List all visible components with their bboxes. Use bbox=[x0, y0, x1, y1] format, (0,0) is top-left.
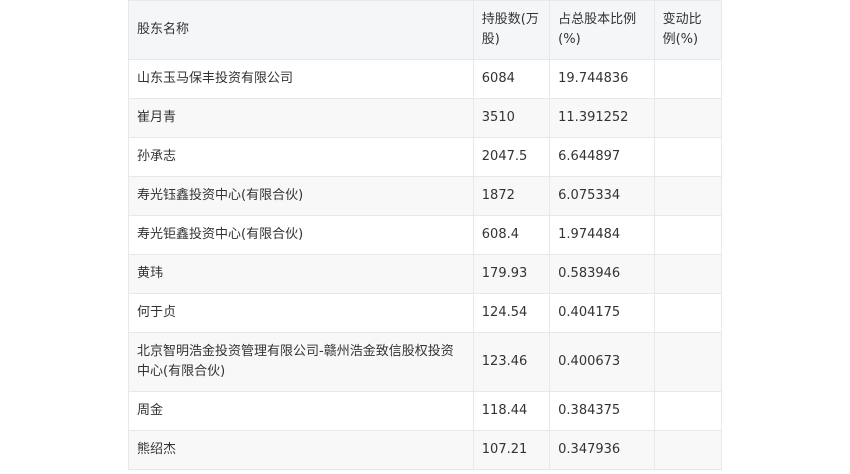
table-row: 寿光钜鑫投资中心(有限合伙) 608.4 1.974484 bbox=[128, 215, 723, 255]
ratio-cell: 6.075334 bbox=[549, 176, 655, 216]
table-header-row: 股东名称 持股数(万股) 占总股本比例(%) 变动比例(%) bbox=[128, 0, 723, 60]
holder-name-cell: 崔月青 bbox=[128, 98, 474, 138]
table-row: 寿光钰鑫投资中心(有限合伙) 1872 6.075334 bbox=[128, 176, 723, 216]
change-cell bbox=[653, 391, 723, 431]
shares-cell: 118.44 bbox=[472, 391, 551, 431]
change-cell bbox=[653, 98, 723, 138]
shares-cell: 6084 bbox=[472, 59, 551, 99]
change-cell bbox=[653, 59, 723, 99]
holder-name-cell: 黄玮 bbox=[128, 254, 474, 294]
holder-name-cell: 熊绍杰 bbox=[128, 430, 474, 470]
change-cell bbox=[653, 215, 723, 255]
ratio-cell: 0.384375 bbox=[549, 391, 655, 431]
table-row: 何于贞 124.54 0.404175 bbox=[128, 293, 723, 333]
holder-name-cell: 寿光钰鑫投资中心(有限合伙) bbox=[128, 176, 474, 216]
change-cell bbox=[653, 137, 723, 177]
table-row: 崔月青 3510 11.391252 bbox=[128, 98, 723, 138]
holder-name-cell: 山东玉马保丰投资有限公司 bbox=[128, 59, 474, 99]
table-row: 北京智明浩金投资管理有限公司-赣州浩金致信股权投资中心(有限合伙) 123.46… bbox=[128, 332, 723, 392]
table-row: 山东玉马保丰投资有限公司 6084 19.744836 bbox=[128, 59, 723, 99]
shares-cell: 3510 bbox=[472, 98, 551, 138]
holder-name-cell: 周金 bbox=[128, 391, 474, 431]
ratio-cell: 0.404175 bbox=[549, 293, 655, 333]
header-ratio: 占总股本比例(%) bbox=[549, 0, 655, 60]
table-row: 周金 118.44 0.384375 bbox=[128, 391, 723, 431]
change-cell bbox=[653, 430, 723, 470]
ratio-cell: 0.583946 bbox=[549, 254, 655, 294]
change-cell bbox=[653, 332, 723, 392]
ratio-cell: 0.400673 bbox=[549, 332, 655, 392]
holder-name-cell: 何于贞 bbox=[128, 293, 474, 333]
change-cell bbox=[653, 254, 723, 294]
shareholders-table: 股东名称 持股数(万股) 占总股本比例(%) 变动比例(%) 山东玉马保丰投资有… bbox=[128, 0, 723, 470]
shares-cell: 124.54 bbox=[472, 293, 551, 333]
shares-cell: 1872 bbox=[472, 176, 551, 216]
change-cell bbox=[653, 176, 723, 216]
holder-name-cell: 孙承志 bbox=[128, 137, 474, 177]
shares-cell: 608.4 bbox=[472, 215, 551, 255]
holder-name-cell: 寿光钜鑫投资中心(有限合伙) bbox=[128, 215, 474, 255]
shares-cell: 2047.5 bbox=[472, 137, 551, 177]
change-cell bbox=[653, 293, 723, 333]
ratio-cell: 19.744836 bbox=[549, 59, 655, 99]
holder-name-cell: 北京智明浩金投资管理有限公司-赣州浩金致信股权投资中心(有限合伙) bbox=[128, 332, 474, 392]
table-row: 孙承志 2047.5 6.644897 bbox=[128, 137, 723, 177]
ratio-cell: 1.974484 bbox=[549, 215, 655, 255]
ratio-cell: 11.391252 bbox=[549, 98, 655, 138]
shares-cell: 179.93 bbox=[472, 254, 551, 294]
shares-cell: 123.46 bbox=[472, 332, 551, 392]
table-row: 熊绍杰 107.21 0.347936 bbox=[128, 430, 723, 470]
ratio-cell: 6.644897 bbox=[549, 137, 655, 177]
ratio-cell: 0.347936 bbox=[549, 430, 655, 470]
shares-cell: 107.21 bbox=[472, 430, 551, 470]
header-holder-name: 股东名称 bbox=[128, 0, 474, 60]
table-row: 黄玮 179.93 0.583946 bbox=[128, 254, 723, 294]
header-change: 变动比例(%) bbox=[653, 0, 723, 60]
header-shares: 持股数(万股) bbox=[472, 0, 551, 60]
